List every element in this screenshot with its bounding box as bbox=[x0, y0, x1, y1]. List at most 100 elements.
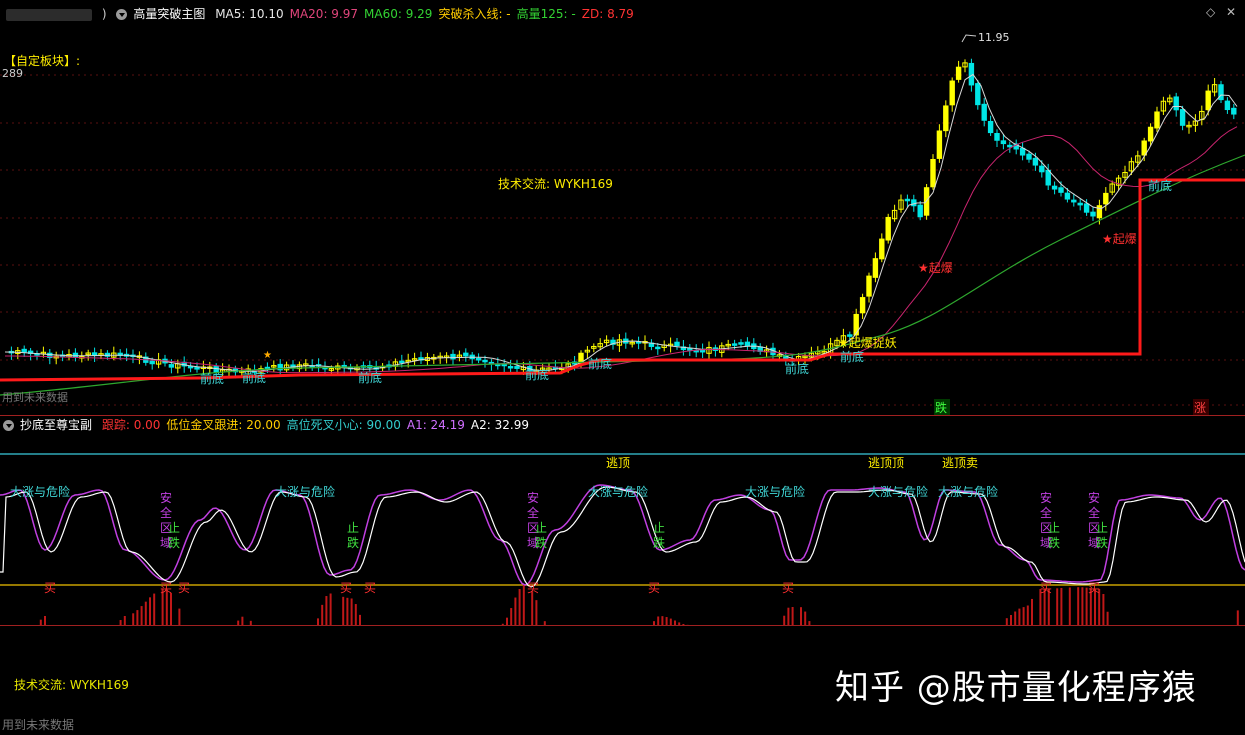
watermark: 知乎 @股市量化程序猿 bbox=[835, 668, 1197, 708]
zhang-marker: 涨 bbox=[1194, 400, 1206, 415]
buy-signal: 买 bbox=[527, 581, 539, 595]
buy-signal: 买 bbox=[648, 581, 660, 595]
candle-body bbox=[1154, 111, 1160, 129]
candle-body bbox=[1179, 109, 1186, 126]
buy-signal: 买 bbox=[178, 581, 190, 595]
candle-body bbox=[450, 353, 456, 360]
future-data-label: 用到未来数据 bbox=[2, 390, 68, 404]
candle-body bbox=[981, 103, 987, 121]
candle-body bbox=[1058, 187, 1064, 193]
candle-body bbox=[930, 159, 936, 188]
scale-value-label: 289 bbox=[2, 67, 23, 80]
vertical-char: 安 bbox=[1040, 490, 1052, 505]
stop-fall-signal: 止跌 bbox=[347, 521, 359, 550]
support-step-line bbox=[0, 178, 1245, 382]
candle-body bbox=[1045, 169, 1051, 186]
vertical-char: 跌 bbox=[1096, 535, 1108, 550]
ignition-signal: ★起爆 bbox=[918, 261, 953, 275]
candle-body bbox=[187, 365, 194, 369]
candle-body bbox=[1205, 90, 1211, 111]
escape-top-signal: 逃顶顶 bbox=[868, 456, 904, 470]
buy-signal: 买 bbox=[44, 581, 56, 595]
vertical-char: 止 bbox=[1096, 521, 1108, 535]
candle-body bbox=[514, 366, 520, 369]
stop-fall-signal: 止跌 bbox=[1096, 521, 1108, 550]
candle-body bbox=[731, 343, 738, 346]
candle-body bbox=[975, 83, 981, 106]
high-price-pointer bbox=[961, 34, 977, 43]
buy-signal: 买 bbox=[782, 581, 794, 595]
danger-signal: 大涨与危险 bbox=[938, 484, 998, 499]
vertical-char: 止 bbox=[168, 521, 180, 535]
vertical-char: 安 bbox=[527, 490, 539, 505]
candle-body bbox=[655, 346, 661, 350]
candle-body bbox=[1090, 211, 1096, 217]
vertical-char: 跌 bbox=[535, 535, 547, 550]
candle-body bbox=[687, 347, 693, 351]
buy-signal: 买 bbox=[160, 581, 172, 595]
candle-body bbox=[91, 352, 98, 356]
vertical-char: 全 bbox=[160, 505, 172, 520]
vertical-char: 安 bbox=[160, 490, 172, 505]
candle-body bbox=[917, 204, 923, 218]
ma20-line bbox=[5, 126, 1238, 374]
candle-body bbox=[853, 313, 859, 336]
oscillator-chart[interactable]: 大涨与危险 大涨与危险 大涨与危险 大涨与危险 大涨与危险 大涨与危险逃顶 逃顶顶 逃顶卖安全… bbox=[0, 420, 1245, 635]
high-price-label: 11.95 bbox=[978, 31, 1010, 44]
candle-body bbox=[1103, 192, 1109, 205]
candle-body bbox=[1231, 107, 1237, 115]
escape-top-signal: 逃顶卖 bbox=[942, 456, 978, 470]
stop-fall-signal: 止跌 bbox=[535, 521, 547, 550]
main-candlestick-chart[interactable]: 【自定板块】:289技术交流: WYKH169用到未来数据11.95前底 前底 前底… bbox=[0, 0, 1245, 420]
front-bottom-signal: 前底 bbox=[1148, 178, 1172, 193]
candle-body bbox=[1071, 199, 1077, 203]
candle-body bbox=[1007, 144, 1013, 148]
danger-signal: 大涨与危险 bbox=[588, 484, 648, 499]
candle-body bbox=[936, 130, 943, 159]
front-bottom-signal: 前底 bbox=[588, 356, 612, 371]
buy-signal: 买 bbox=[364, 581, 376, 595]
vertical-char: 跌 bbox=[1048, 535, 1060, 550]
vertical-char: 跌 bbox=[347, 535, 359, 550]
candle-body bbox=[1173, 96, 1179, 111]
candle-body bbox=[507, 366, 514, 369]
vertical-char: 止 bbox=[535, 521, 547, 535]
candle-body bbox=[949, 80, 955, 106]
candle-body bbox=[1026, 153, 1032, 160]
footer-future-label: 用到未来数据 bbox=[2, 718, 75, 732]
candle-body bbox=[168, 364, 175, 368]
candle-body bbox=[987, 120, 994, 134]
front-bottom-signal: 前底 bbox=[840, 349, 864, 364]
candle-body bbox=[866, 275, 872, 297]
candle-body bbox=[1147, 126, 1154, 142]
candle-body bbox=[1051, 185, 1058, 190]
candle-body bbox=[879, 238, 885, 260]
stop-fall-signal: 止跌 bbox=[653, 521, 665, 550]
candle-body bbox=[885, 216, 891, 241]
vertical-char: 止 bbox=[653, 521, 665, 535]
candle-body bbox=[21, 348, 27, 353]
star-marker: ★ bbox=[263, 350, 272, 361]
candle-body bbox=[955, 66, 962, 80]
candle-body bbox=[744, 341, 751, 346]
candle-body bbox=[463, 352, 469, 357]
stop-fall-signal: 止跌 bbox=[168, 521, 180, 550]
danger-signal: 大涨与危险 bbox=[868, 484, 928, 499]
buy-signal: 买 bbox=[1040, 581, 1052, 595]
candle-body bbox=[904, 198, 911, 202]
front-bottom-signal: 前底 bbox=[242, 370, 266, 385]
candle-body bbox=[475, 358, 482, 361]
ignition-catch-signal: ★起爆捉妖 bbox=[838, 335, 897, 350]
vertical-char: 止 bbox=[1048, 521, 1060, 535]
ignition-signal: ★起爆 bbox=[1102, 232, 1137, 246]
candle-body bbox=[738, 342, 744, 345]
vertical-char: 全 bbox=[1088, 505, 1100, 520]
danger-signal: 大涨与危险 bbox=[275, 484, 335, 499]
buy-signal: 买 bbox=[1088, 581, 1100, 595]
candle-body bbox=[1032, 157, 1039, 166]
candle-body bbox=[1064, 192, 1071, 200]
stop-fall-signal: 止跌 bbox=[1048, 521, 1060, 550]
candle-body bbox=[994, 133, 1000, 141]
candle-body bbox=[859, 297, 866, 314]
candle-body bbox=[1039, 165, 1045, 173]
